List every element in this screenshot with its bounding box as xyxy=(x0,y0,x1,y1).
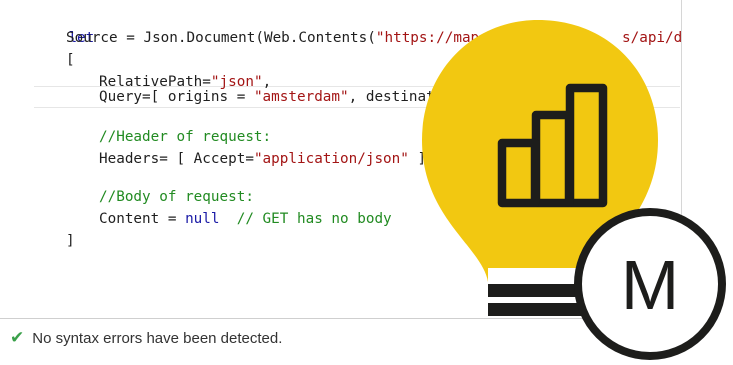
code-line-3: [ xyxy=(66,49,75,71)
code-line-8: Headers= [ Accept="application/json" ], xyxy=(99,148,435,170)
code-line-5: Query=[ origins = "amsterdam", destinati… xyxy=(99,86,469,108)
source-assignment: Source = Json.Document(Web.Contents( xyxy=(66,30,376,46)
origins-value: "amsterdam" xyxy=(253,89,349,105)
checkmark-icon: ✔ xyxy=(10,328,25,347)
headers-key: Headers= [ Accept= xyxy=(99,151,254,167)
syntax-status: ✔ No syntax errors have been detected. xyxy=(10,326,282,350)
query-key: Query=[ origins = xyxy=(99,89,254,105)
url-string-end: s/api/d xyxy=(622,30,683,46)
code-line-11: Content = null // GET has no body xyxy=(99,208,392,230)
destinations-key: , destinations xyxy=(348,89,470,105)
no-body-comment: // GET has no body xyxy=(219,211,392,227)
syntax-status-text: No syntax errors have been detected. xyxy=(32,329,283,347)
code-line-2: Source = Json.Document(Web.Contents("htt… xyxy=(66,27,514,49)
code-line-7: //Header of request: xyxy=(99,126,271,148)
close-bracket: ] xyxy=(66,233,75,249)
content-key: Content = xyxy=(99,211,186,227)
header-comment: //Header of request: xyxy=(99,129,272,145)
code-line-12: ] xyxy=(66,230,75,252)
code-line-1: let xyxy=(34,5,94,46)
code-line-10: //Body of request: xyxy=(99,186,254,208)
code-line-2-tail: s/api/d xyxy=(622,27,682,49)
advanced-editor-code-area[interactable]: let Source = Json.Document(Web.Contents(… xyxy=(0,0,682,319)
body-comment: //Body of request: xyxy=(99,189,254,205)
null-keyword: null xyxy=(185,211,220,227)
open-bracket: [ xyxy=(66,52,75,68)
headers-close: ], xyxy=(408,151,435,167)
accept-value: "application/json" xyxy=(253,151,409,167)
url-string-start: "https://maps.go xyxy=(375,30,514,46)
